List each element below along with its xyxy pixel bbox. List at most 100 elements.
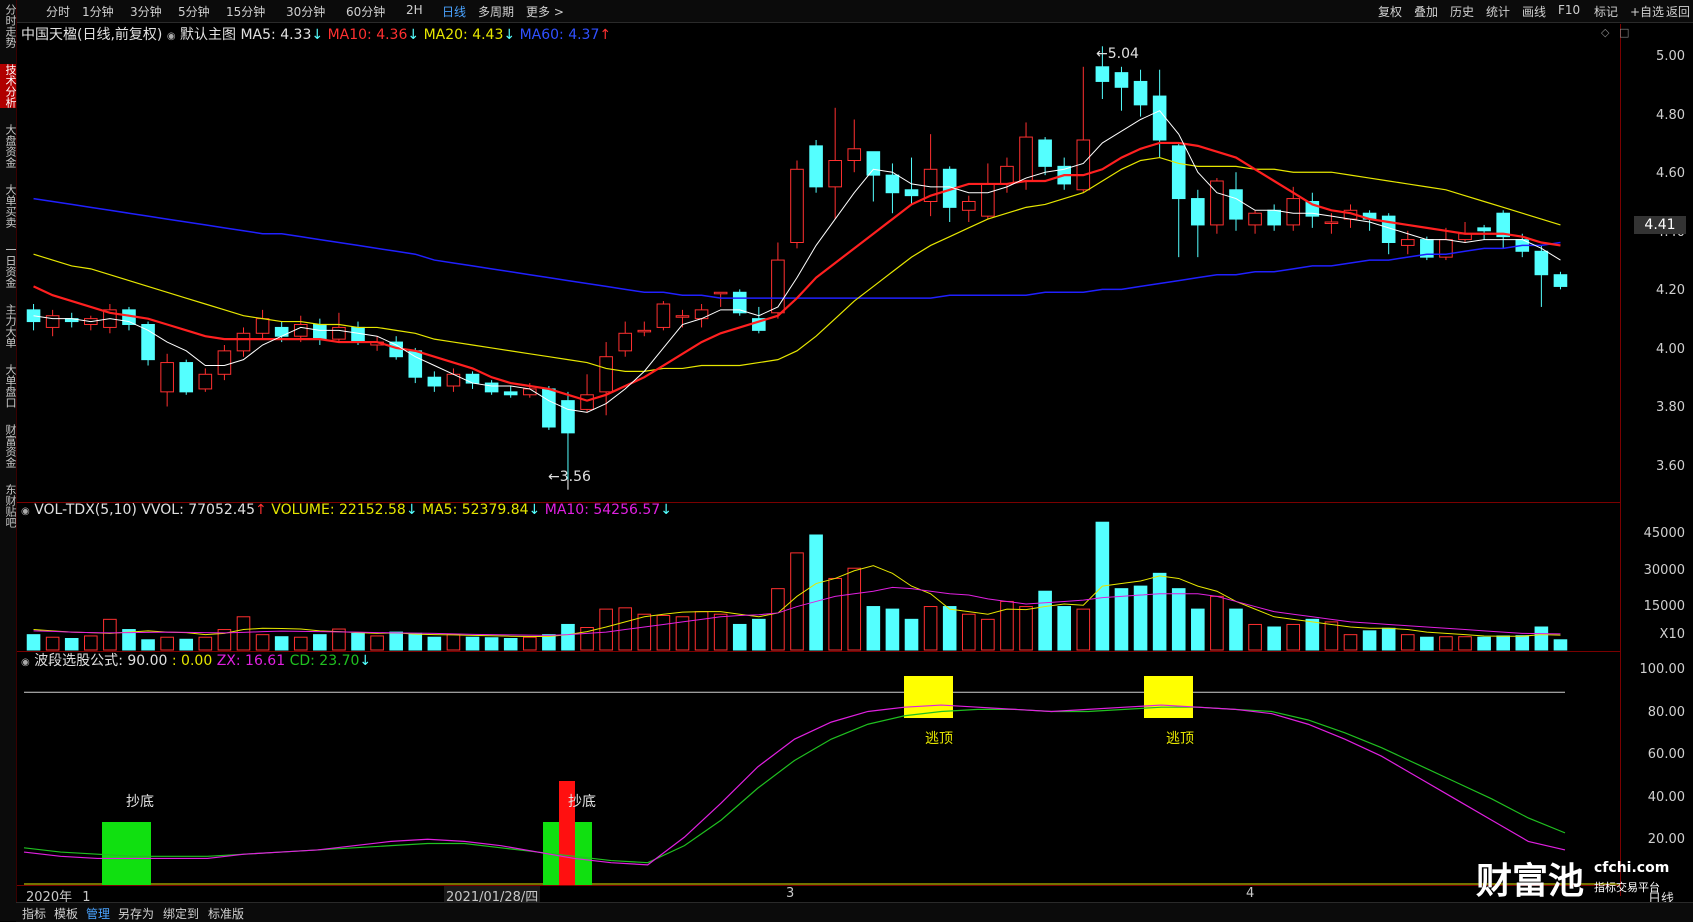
candle-body [1152,95,1167,141]
candle-body [1019,136,1033,182]
bottom-item-5[interactable]: 标准版 [208,905,244,922]
candle-body [255,318,270,334]
volume-bar [84,635,98,651]
bottom-item-3[interactable]: 另存为 [118,905,154,922]
price-tick-5: 4.00 [1656,341,1685,357]
volume-bar [236,616,251,651]
bottom-item-4[interactable]: 绑定到 [163,905,199,922]
candle-body [637,329,652,333]
candle-body [160,362,174,393]
candle-body [1095,66,1110,82]
volume-bar [1324,621,1339,651]
price-tick-0: 5.00 [1656,49,1685,64]
volume-bar [656,615,671,651]
volume-bar [1248,623,1262,651]
bottom-item-0[interactable]: 指标 [22,905,46,922]
volume-tick-3: X10 [1659,627,1685,642]
candle-body [1000,165,1014,185]
candle-body [1114,72,1129,88]
candle-body [332,326,346,340]
volume-bar [1152,572,1167,651]
volume-bar [141,639,155,651]
volume-bar [1400,634,1415,651]
candle-body [274,326,289,337]
volume-bar [1286,623,1301,651]
candle-body [1133,80,1148,106]
date-march: 3 [786,886,795,901]
candle-body [1171,145,1186,200]
volume-bar [45,636,60,651]
volume-bar [1229,608,1243,651]
escape-top-label-2: 逃顶 [1166,731,1194,747]
candle-body [885,174,900,194]
volume-bar [1496,635,1510,651]
candle-body [713,291,728,295]
candle-body [561,400,575,434]
volume-bar [1038,590,1052,651]
escape-top-label-1: 逃顶 [925,731,953,747]
high-price-label: ←5.04 [1096,46,1139,62]
candle-body [1267,209,1281,226]
volume-bar [1191,608,1205,651]
volume-bar [961,613,976,651]
volume-bar [26,634,41,651]
volume-bar [293,636,308,651]
volume-bar [160,636,174,651]
candle-body [694,309,709,320]
candle-body [580,394,594,410]
volume-bar [1458,636,1472,651]
volume-tick-2: 15000 [1643,599,1685,614]
volume-bar [351,632,365,651]
volume-bar [828,577,842,651]
volume-bar [1362,630,1377,651]
volume-bar [1534,626,1549,651]
bottom-item-2[interactable]: 管理 [86,905,110,922]
bottom-toolbar: 指标 模板 管理 另存为 绑定到 标准版 [16,902,1693,922]
candle-body [217,350,232,375]
volume-bar [1420,636,1434,651]
volume-bar [503,638,518,651]
volume-bar [1114,588,1129,651]
candle-body [1553,274,1568,287]
indicator-tick-1: 80.00 [1647,704,1685,720]
candle-body [1191,198,1205,226]
volume-bar [1439,636,1453,651]
candle-body [1477,227,1491,232]
candle-body [656,303,671,328]
volume-bar [713,613,728,651]
candle-body [1324,221,1339,224]
volume-bar [1171,588,1186,651]
bottom-label-1: 抄底 [126,794,154,810]
volume-bar [732,623,747,651]
volume-bar [1057,606,1072,651]
volume-bar [1381,627,1396,651]
candle-body [484,382,499,393]
volume-bar [1515,635,1530,651]
volume-bar [809,534,823,651]
volume-bar [522,636,537,651]
candle-body [351,326,365,343]
stock-chart[interactable] [0,0,1693,921]
volume-bar [790,552,804,651]
price-tick-7: 3.60 [1656,459,1685,474]
volume-bar [370,635,384,651]
volume-bar [1477,636,1491,651]
indicator-tick-4: 20.00 [1647,832,1685,848]
volume-bar [1210,595,1224,651]
price-tick-1: 4.80 [1656,107,1685,123]
low-price-label: ←3.56 [548,469,591,485]
candle-body [828,160,842,188]
date-april: 4 [1246,886,1255,901]
volume-bar [255,634,270,651]
bottom-label-2: 抄底 [568,794,596,810]
bottom-item-1[interactable]: 模板 [54,905,78,922]
candle-body [847,148,862,162]
volume-bar [179,638,194,651]
candle-body [771,259,785,314]
volume-bar [313,634,327,651]
candle-body [313,324,327,340]
price-tick-4: 4.20 [1656,283,1685,299]
volume-tick-1: 30000 [1643,563,1685,578]
candle-body [618,332,633,352]
volume-bar [847,567,862,651]
